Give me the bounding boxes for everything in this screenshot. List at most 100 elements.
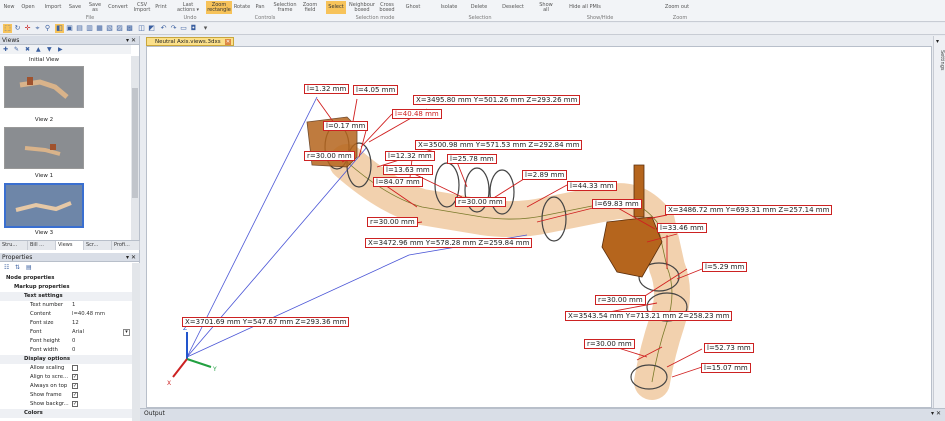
sort-category-icon[interactable]: ☷ (4, 263, 9, 272)
markup-label[interactable]: X=3701.69 mm Y=547.67 mm Z=293.36 mm (182, 317, 350, 327)
markup-label[interactable]: l=4.05 mm (353, 85, 399, 95)
view-delete-icon[interactable]: ✖ (25, 45, 30, 54)
deselect-button[interactable]: Deselect (498, 1, 528, 14)
prop-align-to-screen[interactable]: Align to scre... ✓ (0, 373, 132, 382)
delete-button[interactable]: Delete (466, 1, 492, 14)
prop-row-font-width[interactable]: Font width 0 (0, 346, 132, 355)
prop-row-content[interactable]: Content l=40.48 mm (0, 310, 132, 319)
iso-view-icon[interactable]: ▩ (125, 24, 134, 33)
view-edit-icon[interactable]: ✎ (14, 45, 19, 54)
view-label-initial[interactable]: Initial View (4, 57, 84, 63)
hide-all-pmis-button[interactable]: Hide all PMIs (558, 1, 612, 14)
markup-label[interactable]: l=2.89 mm (522, 170, 568, 180)
output-panel[interactable]: Output ▾ ✕ (140, 408, 945, 421)
markup-label[interactable]: X=3472.96 mm Y=578.28 mm Z=259.84 mm (365, 238, 533, 248)
new-button[interactable]: New (2, 1, 16, 14)
prop-show-background[interactable]: Show backgr... ✓ (0, 400, 132, 409)
frame-icon[interactable]: ▭ (179, 24, 188, 33)
markup-label[interactable]: l=69.83 mm (592, 199, 642, 209)
rotate-button[interactable]: Rotate (233, 1, 251, 14)
markup-label[interactable]: l=44.33 mm (567, 181, 617, 191)
markup-label[interactable]: l=52.73 mm (704, 343, 754, 353)
neighbour-boxed-button[interactable]: Neighbour boxed (347, 1, 377, 14)
cross-boxed-button[interactable]: Cross boxed (378, 1, 396, 14)
last-actions-button[interactable]: Last actions ▾ (176, 1, 200, 14)
prop-row-font[interactable]: Font Arial ▾ (0, 328, 132, 337)
view-thumbnail-2[interactable] (4, 66, 84, 108)
fit-tool-icon[interactable]: ⌖ (33, 24, 42, 33)
pan-button[interactable]: Pan (253, 1, 267, 14)
view-label-3[interactable]: View 3 (4, 230, 84, 236)
select-tool-icon[interactable]: ⬚ (3, 24, 12, 33)
align-to-screen-checkbox[interactable]: ✓ (72, 374, 78, 380)
view-label-2[interactable]: View 2 (4, 117, 84, 123)
markup-label-selected[interactable]: l=40.48 mm (392, 109, 442, 119)
views-scroll-thumb[interactable] (132, 88, 138, 198)
side-panel-pin-icon[interactable]: ▾ (936, 38, 939, 45)
view-thumbnail-3[interactable] (4, 183, 84, 228)
tab-profiles[interactable]: Profi... (112, 241, 140, 250)
section-display-options[interactable]: Display options (0, 355, 132, 364)
selection-frame-button[interactable]: Selection frame (272, 1, 298, 14)
tab-scripts[interactable]: Scr... (84, 241, 112, 250)
bottom-view-icon[interactable]: ▨ (115, 24, 124, 33)
markup-label[interactable]: l=84.07 mm (373, 177, 423, 187)
panel-pin-icon[interactable]: ▾ ✕ (126, 36, 136, 45)
settings-side-panel[interactable]: ▾ Settings (933, 36, 945, 408)
prop-show-frame[interactable]: Show frame ✓ (0, 391, 132, 400)
markup-label[interactable]: r=30.00 mm (455, 197, 506, 207)
save-button[interactable]: Save (66, 1, 84, 14)
prop-always-on-top[interactable]: Always on top ✓ (0, 382, 132, 391)
markup-label[interactable]: l=5.29 mm (702, 262, 748, 272)
redo-icon[interactable]: ↷ (169, 24, 178, 33)
markup-label[interactable]: r=30.00 mm (367, 217, 418, 227)
view-cube-icon[interactable]: ◧ (55, 24, 64, 33)
properties-pin-icon[interactable]: ▾ ✕ (126, 253, 136, 262)
markup-label[interactable]: l=12.32 mm (385, 151, 435, 161)
front-view-icon[interactable]: ▣ (65, 24, 74, 33)
markup-label[interactable]: l=15.07 mm (701, 363, 751, 373)
save-as-button[interactable]: Save as (86, 1, 104, 14)
view-down-icon[interactable]: ▼ (47, 45, 52, 54)
tab-bill[interactable]: Bill ... (28, 241, 56, 250)
markup-label[interactable]: r=30.00 mm (304, 151, 355, 161)
open-button[interactable]: Open (17, 1, 39, 14)
prop-row-text-number[interactable]: Text number 1 (0, 301, 132, 310)
markup-label[interactable]: l=25.78 mm (447, 154, 497, 164)
prop-row-font-size[interactable]: Font size 12 (0, 319, 132, 328)
output-pin-close-icon[interactable]: ▾ ✕ (931, 409, 941, 419)
toolbar-dropdown-icon[interactable]: ▾ (201, 24, 210, 33)
tab-views[interactable]: Views (56, 241, 84, 250)
font-dropdown-icon[interactable]: ▾ (123, 329, 130, 336)
markup-label[interactable]: r=30.00 mm (584, 339, 635, 349)
tab-structure[interactable]: Stru... (0, 241, 28, 250)
close-tab-icon[interactable]: ✕ (225, 39, 231, 45)
markup-label[interactable]: X=3500.98 mm Y=571.53 mm Z=292.84 mm (415, 140, 583, 150)
zoom-field-button[interactable]: Zoom field (300, 1, 320, 14)
show-frame-checkbox[interactable]: ✓ (72, 392, 78, 398)
pan-tool-icon[interactable]: ✛ (23, 24, 32, 33)
print-button[interactable]: Print (152, 1, 170, 14)
markup-label[interactable]: l=13.63 mm (383, 165, 433, 175)
show-all-button[interactable]: Show all (538, 1, 554, 14)
markup-label[interactable]: l=1.32 mm (304, 84, 350, 94)
zoom-out-button[interactable]: Zoom out (660, 1, 694, 14)
views-scrollbar[interactable] (131, 56, 139, 246)
show-background-checkbox[interactable]: ✓ (72, 401, 78, 407)
markup-label[interactable]: X=3495.80 mm Y=501.26 mm Z=293.26 mm (413, 95, 581, 105)
undo-icon[interactable]: ↶ (159, 24, 168, 33)
shaded-icon[interactable]: ◩ (147, 24, 156, 33)
back-view-icon[interactable]: ▤ (75, 24, 84, 33)
convert-button[interactable]: Convert (104, 1, 132, 14)
prop-allow-scaling[interactable]: Allow scaling (0, 364, 132, 373)
zoom-tool-icon[interactable]: ⚲ (43, 24, 52, 33)
view-play-icon[interactable]: ▶ (58, 45, 63, 54)
markup-label[interactable]: l=0.17 mm (323, 121, 369, 131)
add-view-icon[interactable]: ✚ (3, 45, 8, 54)
rotate-tool-icon[interactable]: ↻ (13, 24, 22, 33)
isolate-button[interactable]: Isolate (436, 1, 462, 14)
import-button[interactable]: Import (41, 1, 65, 14)
view-thumbnail-1[interactable] (4, 127, 84, 169)
select-button[interactable]: Select (326, 1, 346, 14)
markup-label[interactable]: r=30.00 mm (595, 295, 646, 305)
